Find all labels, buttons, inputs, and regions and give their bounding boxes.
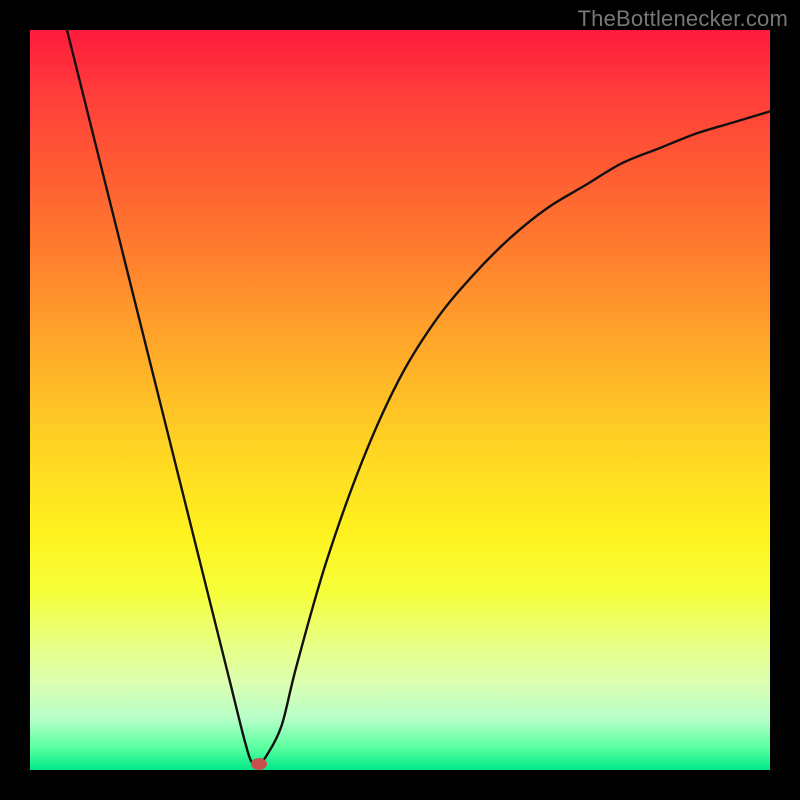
curve-path <box>67 30 770 765</box>
bottleneck-curve <box>30 30 770 770</box>
plot-area <box>30 30 770 770</box>
minimum-marker <box>251 758 267 770</box>
chart-frame: TheBottlenecker.com <box>0 0 800 800</box>
watermark-text: TheBottlenecker.com <box>578 6 788 32</box>
